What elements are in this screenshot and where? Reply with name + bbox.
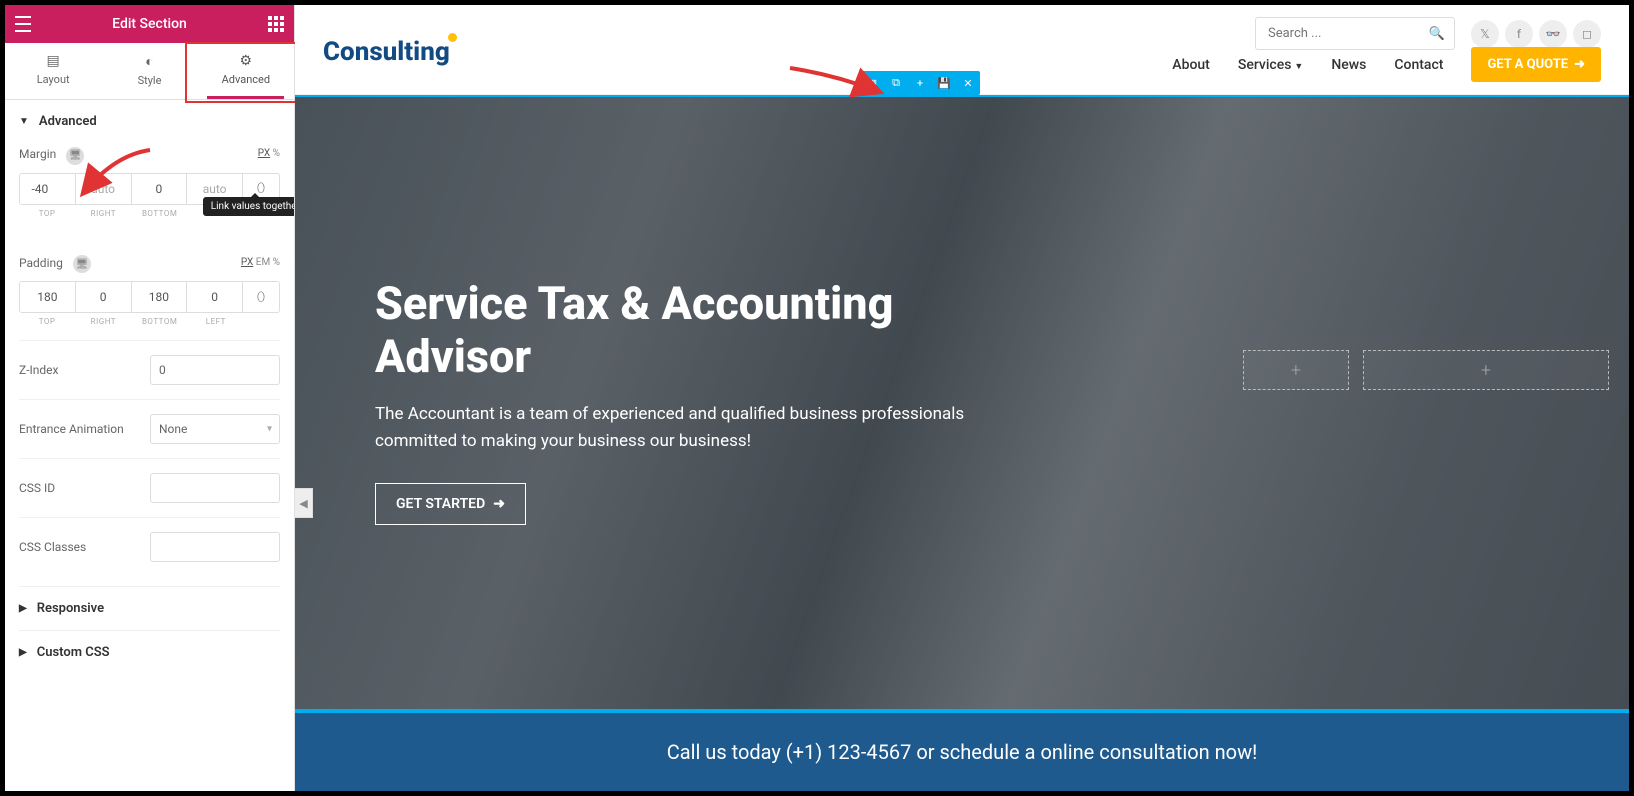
control-zindex: Z-Index [19,340,280,399]
margin-bottom-input[interactable] [132,174,188,204]
entrance-select[interactable]: None [150,414,280,444]
zindex-input[interactable] [150,355,280,385]
control-margin: Margin 🖥 PX % ⬯ [19,143,280,218]
margin-top-input[interactable] [20,174,76,204]
facebook-icon[interactable]: f [1505,20,1533,48]
control-css-id: CSS ID [19,458,280,517]
margin-right-input[interactable] [76,174,132,204]
hero-title: Service Tax & Accounting Advisor [375,277,1045,383]
chevron-down-icon: ▼ [1294,62,1303,72]
section-edit-toolbar: ▦ ⧉ + 💾 ✕ [860,71,980,95]
hero-section[interactable]: Service Tax & Accounting Advisor The Acc… [295,95,1629,709]
sidebar-header: Edit Section [5,5,294,43]
section-custom-css: ▶ Custom CSS [19,631,280,674]
empty-column-placeholder[interactable]: + [1363,350,1609,390]
section-advanced: ▼ Advanced Margin 🖥 PX % [19,100,280,587]
padding-right-input[interactable] [76,282,132,312]
padding-link-button[interactable]: ⬯ [243,282,279,312]
toolbar-section-icon[interactable]: ▦ [860,71,884,95]
section-custom-css-header[interactable]: ▶ Custom CSS [19,631,280,674]
sidebar-tabs: ▤ Layout ◐ Style ⚙ Advanced [5,43,294,100]
tab-advanced[interactable]: ⚙ Advanced [198,43,294,99]
main-nav: About Services▼ News Contact GET A QUOTE… [1172,47,1601,82]
preview-canvas: Consulting 🔍 𝕏 f 👓 ◻ About Services▼ Ne [295,5,1629,791]
tab-layout[interactable]: ▤ Layout [5,43,101,99]
search-icon[interactable]: 🔍 [1429,26,1445,41]
link-tooltip: Link values together [203,197,294,216]
instagram-icon[interactable]: ◻ [1573,20,1601,48]
nav-news[interactable]: News [1331,57,1366,73]
tab-style[interactable]: ◐ Style [101,43,197,99]
control-css-classes: CSS Classes [19,517,280,576]
search-box: 🔍 [1255,17,1455,50]
toolbar-close-icon[interactable]: ✕ [956,71,980,95]
tripadvisor-icon[interactable]: 👓 [1539,20,1567,48]
padding-units[interactable]: PX EM % [241,257,280,268]
empty-column-placeholder[interactable]: + [1243,350,1349,390]
twitter-icon[interactable]: 𝕏 [1471,20,1499,48]
style-icon: ◐ [101,53,197,70]
caret-right-icon: ▶ [19,603,27,614]
collapse-sidebar-button[interactable]: ◀ [295,488,313,518]
margin-label: Margin [19,147,56,161]
nav-services[interactable]: Services▼ [1238,57,1304,73]
get-started-button[interactable]: GET STARTED ➜ [375,483,526,525]
toolbar-add-icon[interactable]: + [908,71,932,95]
section-responsive: ▶ Responsive [19,587,280,631]
section-advanced-header[interactable]: ▼ Advanced [19,100,280,143]
arrow-right-icon: ➜ [493,496,505,512]
caret-right-icon: ▶ [19,647,27,658]
cta-bar: Call us today (+1) 123-4567 or schedule … [295,709,1629,791]
widgets-grid-icon[interactable] [268,16,284,32]
control-padding: Padding 🖥 PX EM % ⬯ [19,252,280,327]
responsive-icon[interactable]: 🖥 [66,147,84,165]
padding-label: Padding [19,256,63,270]
css-id-input[interactable] [150,473,280,503]
responsive-icon[interactable]: 🖥 [73,255,91,273]
plus-icon: + [1481,360,1491,381]
hero-text: The Accountant is a team of experienced … [375,401,1045,455]
caret-down-icon: ▼ [19,116,29,127]
gear-icon: ⚙ [198,53,294,69]
control-entrance-animation: Entrance Animation None [19,399,280,458]
plus-icon: + [1291,360,1301,381]
padding-bottom-input[interactable] [132,282,188,312]
logo-dot-icon [448,33,457,42]
social-icons: 𝕏 f 👓 ◻ [1471,20,1601,48]
section-responsive-header[interactable]: ▶ Responsive [19,587,280,630]
css-classes-input[interactable] [150,532,280,562]
site-logo: Consulting [323,33,457,67]
margin-units[interactable]: PX % [258,148,280,159]
padding-top-input[interactable] [20,282,76,312]
arrow-right-icon: ➜ [1574,57,1585,72]
menu-icon[interactable] [15,16,31,32]
toolbar-save-icon[interactable]: 💾 [932,71,956,95]
editor-sidebar: Edit Section ▤ Layout ◐ Style ⚙ Advanced… [5,5,295,791]
controls-panel: ▼ Advanced Margin 🖥 PX % [5,100,294,674]
padding-left-input[interactable] [187,282,243,312]
nav-about[interactable]: About [1172,57,1210,73]
get-quote-button[interactable]: GET A QUOTE ➜ [1471,47,1601,82]
layout-icon: ▤ [5,53,101,69]
nav-contact[interactable]: Contact [1394,57,1443,73]
search-input[interactable] [1255,17,1455,50]
toolbar-duplicate-icon[interactable]: ⧉ [884,71,908,95]
sidebar-title: Edit Section [112,16,187,32]
